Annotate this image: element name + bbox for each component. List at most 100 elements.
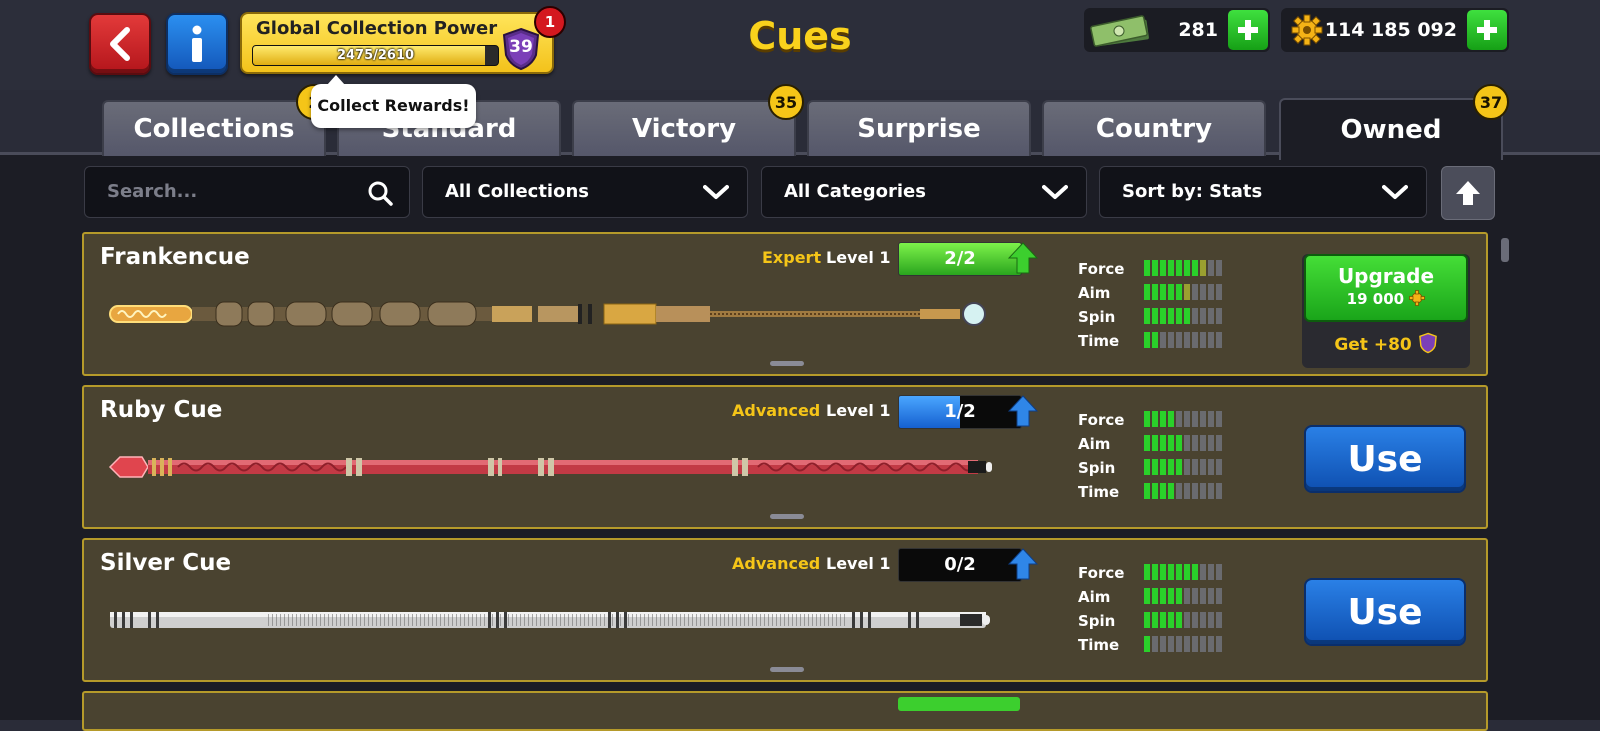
stat-segment <box>1144 435 1150 451</box>
tab-country[interactable]: Country <box>1042 100 1266 156</box>
stat-segment <box>1160 284 1166 300</box>
stat-segment <box>1176 636 1182 652</box>
collection-level: 39 <box>509 37 533 57</box>
stat-segment <box>1176 564 1182 580</box>
categories-dropdown[interactable]: All Categories <box>761 166 1087 218</box>
stat-segment <box>1144 459 1150 475</box>
upgrade-button[interactable]: Upgrade 19 000 <box>1304 254 1468 322</box>
stat-segment <box>1176 284 1182 300</box>
cue-card-frankencue[interactable]: Frankencue Expert Level 1 2/2 Force Aim … <box>82 232 1488 376</box>
tab-victory[interactable]: Victory <box>572 100 796 156</box>
stat-segment <box>1144 284 1150 300</box>
cue-name: Frankencue <box>100 244 250 270</box>
stat-segment <box>1176 308 1182 324</box>
stat-label-spin: Spin <box>1078 459 1116 477</box>
tab-label: Surprise <box>857 114 981 144</box>
tab-surprise[interactable]: Surprise <box>807 100 1031 156</box>
stat-segment <box>1144 483 1150 499</box>
cue-image-ruby <box>108 456 992 478</box>
stat-segment <box>1208 564 1214 580</box>
stat-bar-time <box>1144 332 1222 348</box>
sort-dropdown-value: Sort by: Stats <box>1122 181 1263 202</box>
cue-progress-text: 2/2 <box>944 248 976 269</box>
back-button[interactable] <box>89 13 151 75</box>
collection-power-label: Global Collection Power <box>256 18 498 39</box>
stat-segment <box>1216 260 1222 276</box>
stat-segment <box>1168 612 1174 628</box>
back-arrow-icon <box>110 27 130 61</box>
stat-segment <box>1184 284 1190 300</box>
stat-bar-time <box>1144 483 1222 499</box>
stat-segment <box>1216 332 1222 348</box>
card-expand-handle[interactable] <box>770 514 804 519</box>
cue-card-partial[interactable] <box>82 691 1488 731</box>
stat-segment <box>1160 636 1166 652</box>
stat-segment <box>1168 588 1174 604</box>
stat-segment <box>1200 612 1206 628</box>
stat-segment <box>1200 308 1206 324</box>
search-box[interactable]: Search... <box>84 166 410 218</box>
collect-rewards-tooltip[interactable]: Collect Rewards! <box>311 75 476 128</box>
list-scrollbar[interactable] <box>1501 238 1509 262</box>
coins-counter: 114 185 092 <box>1281 8 1509 52</box>
cue-card-ruby[interactable]: Ruby Cue Advanced Level 1 1/2 Force Aim … <box>82 385 1488 529</box>
stat-bar-force <box>1144 411 1222 427</box>
tab-owned[interactable]: Owned <box>1279 98 1503 160</box>
stat-segment <box>1152 435 1158 451</box>
cue-progress-bar: 0/2 <box>898 548 1022 582</box>
stat-segment <box>1144 411 1150 427</box>
coins-value: 114 185 092 <box>1324 19 1457 41</box>
stat-bar-spin <box>1144 308 1222 324</box>
search-icon[interactable] <box>367 180 393 206</box>
stat-segment <box>1152 411 1158 427</box>
stat-segment <box>1192 564 1198 580</box>
upgrade-price: 19 000 <box>1306 290 1466 308</box>
stat-segment <box>1184 260 1190 276</box>
stat-segment <box>1152 564 1158 580</box>
stat-label-time: Time <box>1078 483 1120 501</box>
stat-segment <box>1176 260 1182 276</box>
sort-dropdown[interactable]: Sort by: Stats <box>1099 166 1427 218</box>
use-button[interactable]: Use <box>1304 425 1466 493</box>
stat-segment <box>1208 636 1214 652</box>
stat-segment <box>1152 636 1158 652</box>
tab-collections[interactable]: Collections <box>102 100 326 156</box>
stat-segment <box>1160 308 1166 324</box>
collections-dropdown[interactable]: All Collections <box>422 166 748 218</box>
stat-segment <box>1168 260 1174 276</box>
stat-segment <box>1200 483 1206 499</box>
add-coins-button[interactable] <box>1467 10 1507 50</box>
stat-label-time: Time <box>1078 636 1120 654</box>
upgrade-price-value: 19 000 <box>1346 290 1405 308</box>
cue-card-silver[interactable]: Silver Cue Advanced Level 1 0/2 Force Ai… <box>82 538 1488 682</box>
stat-segment <box>1168 435 1174 451</box>
stat-segment <box>1152 483 1158 499</box>
arrow-up-icon <box>1008 242 1038 274</box>
search-input[interactable]: Search... <box>107 167 197 217</box>
global-collection-power[interactable]: Global Collection Power 2475/2610 39 <box>240 12 554 74</box>
card-expand-handle[interactable] <box>770 361 804 366</box>
stat-segment <box>1208 483 1214 499</box>
stat-segment <box>1200 260 1206 276</box>
info-button[interactable] <box>166 13 228 75</box>
stat-segment <box>1168 308 1174 324</box>
add-cash-button[interactable] <box>1228 10 1268 50</box>
stat-segment <box>1192 612 1198 628</box>
stat-segment <box>1160 332 1166 348</box>
card-expand-handle[interactable] <box>770 667 804 672</box>
stat-segment <box>1216 411 1222 427</box>
collection-level-shield: 39 <box>500 27 542 71</box>
stat-label-force: Force <box>1078 411 1125 429</box>
chevron-down-icon <box>1042 185 1068 199</box>
sort-direction-button[interactable] <box>1441 166 1495 220</box>
stat-segment <box>1176 332 1182 348</box>
tab-label: Collections <box>133 114 295 144</box>
stat-segment <box>1208 588 1214 604</box>
use-button[interactable]: Use <box>1304 578 1466 646</box>
collection-bonus: Get +80 <box>1302 332 1470 355</box>
cue-image-frankencue <box>109 301 986 327</box>
stat-segment <box>1184 459 1190 475</box>
stat-segment <box>1216 308 1222 324</box>
stat-bar-force <box>1144 564 1222 580</box>
upgrade-panel: Upgrade 19 000 Get +80 <box>1302 254 1470 368</box>
